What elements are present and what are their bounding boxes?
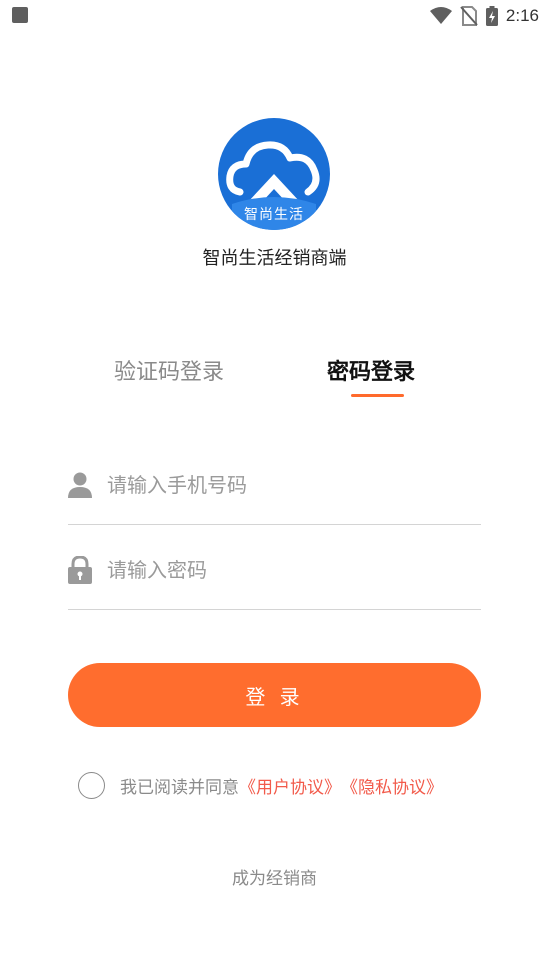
user-icon bbox=[68, 471, 92, 499]
password-field bbox=[68, 550, 481, 610]
battery-charging-icon bbox=[485, 6, 498, 26]
notification-icon bbox=[12, 7, 28, 23]
status-indicators: 2:16 bbox=[429, 4, 539, 28]
wifi-icon bbox=[429, 7, 452, 25]
login-button[interactable]: 登 录 bbox=[68, 663, 481, 727]
lock-icon bbox=[68, 555, 92, 584]
password-input[interactable] bbox=[107, 550, 477, 590]
user-agreement-link[interactable]: 《用户协议》 bbox=[239, 773, 341, 798]
logo-caption: 智尚生活 bbox=[244, 207, 304, 223]
active-tab-indicator bbox=[351, 394, 404, 397]
tab-sms-code-login[interactable]: 验证码登录 bbox=[114, 354, 224, 386]
status-time: 2:16 bbox=[505, 6, 539, 25]
phone-input[interactable] bbox=[107, 465, 477, 505]
phone-field bbox=[68, 465, 481, 525]
login-screen: 2:16 智尚生活 智尚生活经销商端 验证码登录 密码登录 请输入手机号码 登 … bbox=[0, 0, 549, 980]
status-bar: 2:16 bbox=[0, 0, 549, 32]
app-logo: 智尚生活 bbox=[218, 118, 330, 230]
privacy-policy-link[interactable]: 《隐私协议》 bbox=[341, 773, 443, 798]
agreement-text: 我已阅读并同意 bbox=[120, 777, 239, 798]
app-name: 智尚生活经销商端 bbox=[202, 248, 347, 269]
no-sim-icon bbox=[460, 6, 478, 26]
become-dealer-link[interactable]: 成为经销商 bbox=[0, 864, 549, 889]
agreement-checkbox[interactable] bbox=[78, 771, 105, 799]
agreement-row: 我已阅读并同意 《用户协议》 《隐私协议》 bbox=[78, 771, 443, 799]
tab-password-login[interactable]: 密码登录 bbox=[327, 354, 415, 386]
